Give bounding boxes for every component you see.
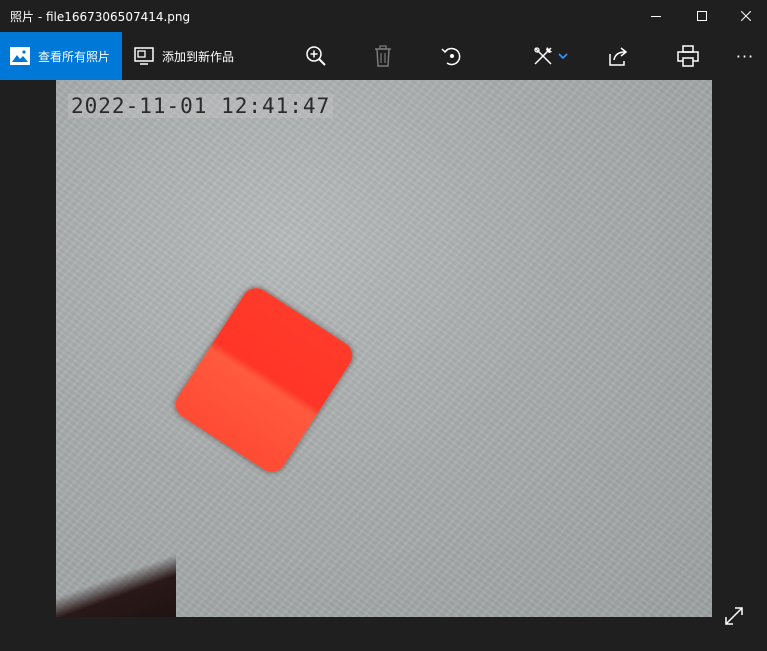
title-bar: 照片 - file1667306507414.png xyxy=(0,0,767,32)
minimize-button[interactable] xyxy=(633,0,679,32)
share-button[interactable] xyxy=(596,32,642,80)
add-to-creation-label: 添加到新作品 xyxy=(162,49,235,64)
rotate-icon xyxy=(441,47,461,66)
view-all-photos-button[interactable]: 查看所有照片 xyxy=(0,32,122,80)
delete-button[interactable] xyxy=(360,32,406,80)
photo-collection-icon xyxy=(10,47,30,65)
maximize-icon xyxy=(697,11,707,21)
close-button[interactable] xyxy=(723,0,767,32)
print-button[interactable] xyxy=(665,32,711,80)
fullscreen-button[interactable] xyxy=(718,602,750,630)
photo-viewer: 2022-11-01 12:41:47 xyxy=(0,80,767,651)
zoom-in-button[interactable] xyxy=(293,32,339,80)
add-creation-icon xyxy=(134,47,154,65)
add-to-creation-button[interactable]: 添加到新作品 xyxy=(122,32,248,80)
view-all-photos-label: 查看所有照片 xyxy=(38,49,111,64)
photo-texture xyxy=(56,80,712,617)
window-title: 照片 - file1667306507414.png xyxy=(10,9,191,24)
zoom-in-icon xyxy=(306,46,326,66)
toolbar: 查看所有照片 添加到新作品 ··· xyxy=(0,32,767,80)
photos-app-window: 照片 - file1667306507414.png 查看所有照片 添加到新作品… xyxy=(0,0,767,651)
share-icon xyxy=(609,47,628,66)
photo-timestamp: 2022-11-01 12:41:47 xyxy=(68,94,334,118)
close-icon xyxy=(741,11,751,21)
more-options-button[interactable]: ··· xyxy=(722,32,767,80)
expand-icon xyxy=(725,607,743,625)
minimize-icon xyxy=(651,16,661,17)
photo-dark-corner xyxy=(56,540,176,617)
edit-icon xyxy=(534,47,552,65)
rotate-button[interactable] xyxy=(429,32,475,80)
chevron-down-icon xyxy=(558,53,568,60)
maximize-button[interactable] xyxy=(679,0,725,32)
delete-icon xyxy=(375,45,391,67)
print-icon xyxy=(677,45,699,67)
photo-image[interactable]: 2022-11-01 12:41:47 xyxy=(56,80,712,617)
edit-create-button[interactable] xyxy=(522,32,578,80)
more-icon: ··· xyxy=(735,46,755,66)
